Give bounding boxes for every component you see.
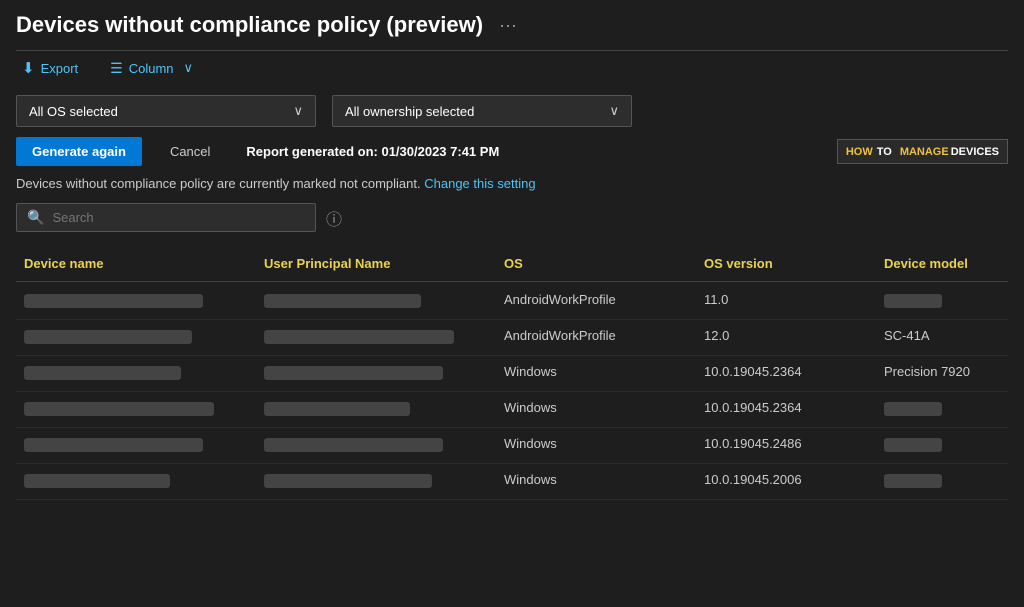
cell-os: Windows: [496, 358, 696, 389]
table-row[interactable]: Windows10.0.19045.2486: [16, 428, 1008, 464]
table-row[interactable]: AndroidWorkProfile12.0SC-41A: [16, 320, 1008, 356]
compliance-notice-text: Devices without compliance policy are cu…: [16, 176, 421, 191]
cell-os-version: 10.0.19045.2006: [696, 466, 876, 497]
col-header-os-version: OS version: [696, 252, 876, 275]
column-chevron-icon: ∨: [184, 60, 194, 76]
cell-os: Windows: [496, 430, 696, 461]
cell-device-name: [16, 430, 256, 461]
search-input[interactable]: [52, 210, 305, 225]
col-header-device-name: Device name: [16, 252, 256, 275]
logo-box: HOW TO MANAGE DEVICES: [837, 139, 1008, 164]
cell-device-model: Precision 7920: [876, 358, 1008, 389]
cell-upn: [256, 322, 496, 353]
column-label: Column: [129, 61, 174, 76]
col-header-upn: User Principal Name: [256, 252, 496, 275]
change-setting-link[interactable]: Change this setting: [424, 176, 535, 191]
table-body: AndroidWorkProfile11.0AndroidWorkProfile…: [16, 284, 1008, 500]
table-row[interactable]: AndroidWorkProfile11.0: [16, 284, 1008, 320]
cell-os: Windows: [496, 466, 696, 497]
logo-how: HOW: [846, 146, 873, 158]
cell-device-name: [16, 286, 256, 317]
cell-os-version: 10.0.19045.2364: [696, 394, 876, 425]
cell-os-version: 10.0.19045.2364: [696, 358, 876, 389]
page-container: Devices without compliance policy (previ…: [0, 0, 1024, 607]
cell-upn: [256, 358, 496, 389]
ownership-filter-chevron-icon: ∨: [609, 103, 619, 119]
cell-upn: [256, 430, 496, 461]
ownership-filter-label: All ownership selected: [345, 104, 474, 119]
logo-to: TO: [877, 146, 892, 158]
column-button[interactable]: ☰ Column ∨: [104, 56, 199, 81]
filter-row: All OS selected ∨ All ownership selected…: [16, 95, 1008, 127]
col-header-device-model: Device model: [876, 252, 1008, 275]
generate-again-button[interactable]: Generate again: [16, 137, 142, 166]
export-label: Export: [41, 61, 79, 76]
os-filter-dropdown[interactable]: All OS selected ∨: [16, 95, 316, 127]
cell-os-version: 12.0: [696, 322, 876, 353]
table-row[interactable]: Windows10.0.19045.2364Precision 7920: [16, 356, 1008, 392]
cancel-button[interactable]: Cancel: [154, 137, 226, 166]
cell-os: AndroidWorkProfile: [496, 286, 696, 317]
table-header: Device name User Principal Name OS OS ve…: [16, 246, 1008, 282]
info-icon[interactable]: ⓘ: [326, 206, 342, 230]
cell-upn: [256, 466, 496, 497]
cell-os-version: 11.0: [696, 286, 876, 317]
os-filter-label: All OS selected: [29, 104, 118, 119]
cell-device-name: [16, 322, 256, 353]
col-header-os: OS: [496, 252, 696, 275]
logo-manage: MANAGE: [900, 146, 949, 158]
title-ellipsis-menu[interactable]: ···: [499, 15, 517, 36]
logo-devices: DEVICES: [951, 146, 999, 158]
cell-device-model: [876, 466, 1008, 497]
toolbar-row: ⬇ Export ☰ Column ∨: [16, 55, 1008, 81]
page-title: Devices without compliance policy (previ…: [16, 12, 483, 38]
cell-device-name: [16, 394, 256, 425]
cell-device-model: [876, 430, 1008, 461]
cell-device-name: [16, 358, 256, 389]
report-generated-text: Report generated on: 01/30/2023 7:41 PM: [246, 144, 499, 159]
cell-os: AndroidWorkProfile: [496, 322, 696, 353]
cell-upn: [256, 286, 496, 317]
search-icon: 🔍: [27, 209, 44, 226]
cell-os: Windows: [496, 394, 696, 425]
export-button[interactable]: ⬇ Export: [16, 55, 84, 81]
ownership-filter-dropdown[interactable]: All ownership selected ∨: [332, 95, 632, 127]
search-row: 🔍 ⓘ: [16, 203, 1008, 232]
cell-device-model: [876, 394, 1008, 425]
table-container: Device name User Principal Name OS OS ve…: [16, 246, 1008, 607]
title-row: Devices without compliance policy (previ…: [16, 12, 1008, 38]
os-filter-chevron-icon: ∨: [293, 103, 303, 119]
action-row: Generate again Cancel Report generated o…: [16, 137, 1008, 166]
table-row[interactable]: Windows10.0.19045.2364: [16, 392, 1008, 428]
title-divider: [16, 50, 1008, 51]
cell-device-model: SC-41A: [876, 322, 1008, 353]
search-box[interactable]: 🔍: [16, 203, 316, 232]
cell-device-name: [16, 466, 256, 497]
column-icon: ☰: [110, 60, 123, 77]
cell-os-version: 10.0.19045.2486: [696, 430, 876, 461]
cell-upn: [256, 394, 496, 425]
cell-device-model: [876, 286, 1008, 317]
compliance-notice: Devices without compliance policy are cu…: [16, 176, 1008, 191]
table-row[interactable]: Windows10.0.19045.2006: [16, 464, 1008, 500]
download-icon: ⬇: [22, 59, 35, 77]
